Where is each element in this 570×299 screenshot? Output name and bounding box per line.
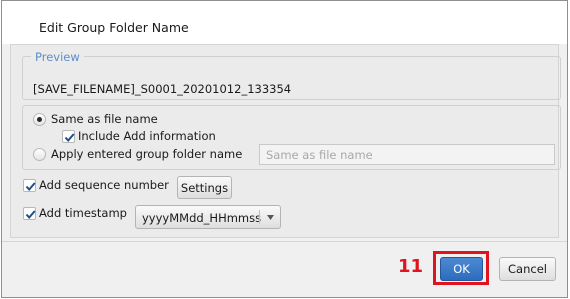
include-add-information-label[interactable]: Include Add information xyxy=(78,129,216,143)
preview-legend: Preview xyxy=(31,50,84,64)
timestamp-format-value: yyyyMMdd_HHmmss xyxy=(142,211,262,225)
add-timestamp-checkbox[interactable] xyxy=(23,207,36,220)
naming-options-group: Same as file name Include Add informatio… xyxy=(22,105,561,170)
add-sequence-number-checkbox[interactable] xyxy=(23,179,36,192)
footer-divider xyxy=(2,241,567,242)
cancel-button[interactable]: Cancel xyxy=(499,257,556,281)
same-as-file-name-label[interactable]: Same as file name xyxy=(51,112,158,126)
ok-button[interactable]: OK xyxy=(440,257,483,281)
select-divider xyxy=(259,210,260,224)
dialog-content: Preview [SAVE_FILENAME]_S0001_20201012_1… xyxy=(10,44,561,238)
dialog-title: Edit Group Folder Name xyxy=(39,20,189,35)
group-folder-name-input[interactable] xyxy=(259,144,555,165)
preview-group: Preview [SAVE_FILENAME]_S0001_20201012_1… xyxy=(22,50,561,100)
preview-value: [SAVE_FILENAME]_S0001_20201012_133354 xyxy=(33,82,292,96)
timestamp-format-select[interactable]: yyyyMMdd_HHmmss xyxy=(135,205,281,229)
apply-entered-group-folder-name-label[interactable]: Apply entered group folder name xyxy=(51,147,242,161)
add-timestamp-label[interactable]: Add timestamp xyxy=(39,206,127,220)
apply-entered-group-folder-name-radio[interactable] xyxy=(33,148,46,161)
add-sequence-number-label[interactable]: Add sequence number xyxy=(39,178,169,192)
checkmark-icon xyxy=(25,210,36,220)
chevron-down-icon xyxy=(267,215,274,220)
step-number-annotation: 11 xyxy=(398,256,424,277)
dialog-titlebar: Edit Group Folder Name xyxy=(2,1,567,44)
same-as-file-name-radio[interactable] xyxy=(33,113,46,126)
include-add-information-checkbox[interactable] xyxy=(62,130,75,143)
checkmark-icon xyxy=(64,133,75,143)
checkmark-icon xyxy=(25,182,36,192)
sequence-settings-button[interactable]: Settings xyxy=(177,176,232,199)
